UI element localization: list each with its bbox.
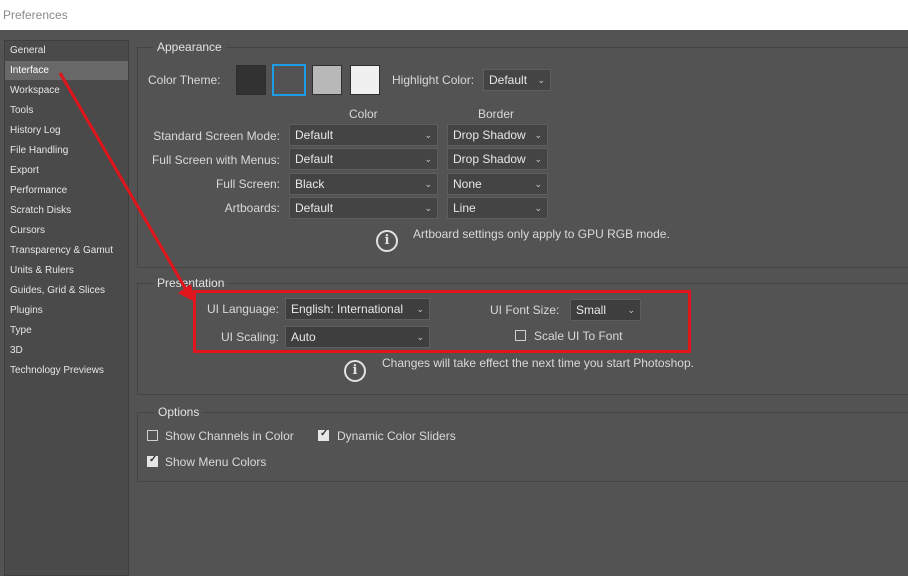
chevron-down-icon: ⌄ xyxy=(424,130,432,140)
sidebar-item-general[interactable]: General xyxy=(5,41,128,60)
appearance-title: Appearance xyxy=(153,39,226,55)
checkmark-icon: ✓ xyxy=(320,428,329,439)
chevron-down-icon: ⌄ xyxy=(534,179,542,189)
info-icon: i xyxy=(376,230,398,252)
border-column-header: Border xyxy=(478,107,515,121)
show-menu-colors-checkbox[interactable]: ✓ xyxy=(147,454,158,467)
sidebar-item-units-rulers[interactable]: Units & Rulers xyxy=(5,261,128,280)
sidebar-item-plugins[interactable]: Plugins xyxy=(5,301,128,320)
window-title: Preferences xyxy=(3,8,68,22)
color-column-header: Color xyxy=(349,107,378,121)
chevron-down-icon: ⌄ xyxy=(424,154,432,164)
full-screen-label: Full Screen: xyxy=(215,177,280,191)
theme-swatch-dark[interactable] xyxy=(272,64,306,96)
theme-swatch-darkest[interactable] xyxy=(236,65,266,95)
full-screen-menus-label: Full Screen with Menus: xyxy=(151,153,280,167)
highlight-color-label: Highlight Color: xyxy=(392,73,475,87)
full-screen-border-value: None xyxy=(453,177,482,191)
chevron-down-icon: ⌄ xyxy=(424,203,432,213)
preferences-sidebar: General Interface Workspace Tools Histor… xyxy=(4,40,129,576)
info-icon: i xyxy=(344,360,366,382)
full-screen-color-value: Black xyxy=(295,177,325,191)
full-screen-menus-border-value: Drop Shadow xyxy=(453,152,526,166)
highlight-color-select[interactable]: Default ⌄ xyxy=(483,69,551,91)
chevron-down-icon: ⌄ xyxy=(537,75,545,85)
sidebar-item-3d[interactable]: 3D xyxy=(5,341,128,360)
sidebar-item-transparency-gamut[interactable]: Transparency & Gamut xyxy=(5,241,128,260)
sidebar-item-guides-grid-slices[interactable]: Guides, Grid & Slices xyxy=(5,281,128,300)
chevron-down-icon: ⌄ xyxy=(424,179,432,189)
sidebar-item-scratch-disks[interactable]: Scratch Disks xyxy=(5,201,128,220)
standard-screen-mode-label: Standard Screen Mode: xyxy=(153,129,280,143)
options-title: Options xyxy=(154,404,204,420)
presentation-note: Changes will take effect the next time y… xyxy=(382,356,694,370)
sidebar-item-file-handling[interactable]: File Handling xyxy=(5,141,128,160)
full-screen-menus-color-select[interactable]: Default ⌄ xyxy=(289,148,438,170)
sidebar-item-export[interactable]: Export xyxy=(5,161,128,180)
highlight-annotation-box xyxy=(193,290,691,353)
sidebar-item-history-log[interactable]: History Log xyxy=(5,121,128,140)
chevron-down-icon: ⌄ xyxy=(534,203,542,213)
sidebar-item-interface[interactable]: Interface xyxy=(5,61,128,80)
standard-screen-border-select[interactable]: Drop Shadow ⌄ xyxy=(447,124,548,146)
sidebar-item-tools[interactable]: Tools xyxy=(5,101,128,120)
artboards-color-value: Default xyxy=(295,201,334,215)
dynamic-color-sliders-label: Dynamic Color Sliders xyxy=(337,429,456,443)
dynamic-color-sliders-checkbox[interactable]: ✓ xyxy=(318,428,329,441)
sidebar-item-workspace[interactable]: Workspace xyxy=(5,81,128,100)
standard-screen-color-value: Default xyxy=(295,128,334,142)
theme-swatch-medium[interactable] xyxy=(312,65,342,95)
full-screen-menus-color-value: Default xyxy=(295,152,334,166)
artboards-border-value: Line xyxy=(453,201,476,215)
sidebar-item-type[interactable]: Type xyxy=(5,321,128,340)
artboard-note: Artboard settings only apply to GPU RGB … xyxy=(413,227,670,241)
title-bar: Preferences xyxy=(0,0,908,30)
full-screen-border-select[interactable]: None ⌄ xyxy=(447,173,548,195)
presentation-title: Presentation xyxy=(153,275,229,291)
sidebar-item-technology-previews[interactable]: Technology Previews xyxy=(5,361,128,380)
show-menu-colors-label: Show Menu Colors xyxy=(165,455,267,469)
chevron-down-icon: ⌄ xyxy=(534,154,542,164)
chevron-down-icon: ⌄ xyxy=(534,130,542,140)
sidebar-item-cursors[interactable]: Cursors xyxy=(5,221,128,240)
highlight-color-value: Default xyxy=(489,73,528,87)
full-screen-menus-border-select[interactable]: Drop Shadow ⌄ xyxy=(447,148,548,170)
artboards-border-select[interactable]: Line ⌄ xyxy=(447,197,548,219)
sidebar-item-performance[interactable]: Performance xyxy=(5,181,128,200)
color-theme-label: Color Theme: xyxy=(148,73,221,87)
standard-screen-border-value: Drop Shadow xyxy=(453,128,526,142)
standard-screen-color-select[interactable]: Default ⌄ xyxy=(289,124,438,146)
checkmark-icon: ✓ xyxy=(149,454,158,465)
show-channels-checkbox[interactable] xyxy=(147,430,158,441)
options-group: Options xyxy=(137,404,908,482)
full-screen-color-select[interactable]: Black ⌄ xyxy=(289,173,438,195)
show-channels-label: Show Channels in Color xyxy=(165,429,294,443)
artboards-label: Artboards: xyxy=(224,201,280,215)
artboards-color-select[interactable]: Default ⌄ xyxy=(289,197,438,219)
theme-swatch-light[interactable] xyxy=(350,65,380,95)
